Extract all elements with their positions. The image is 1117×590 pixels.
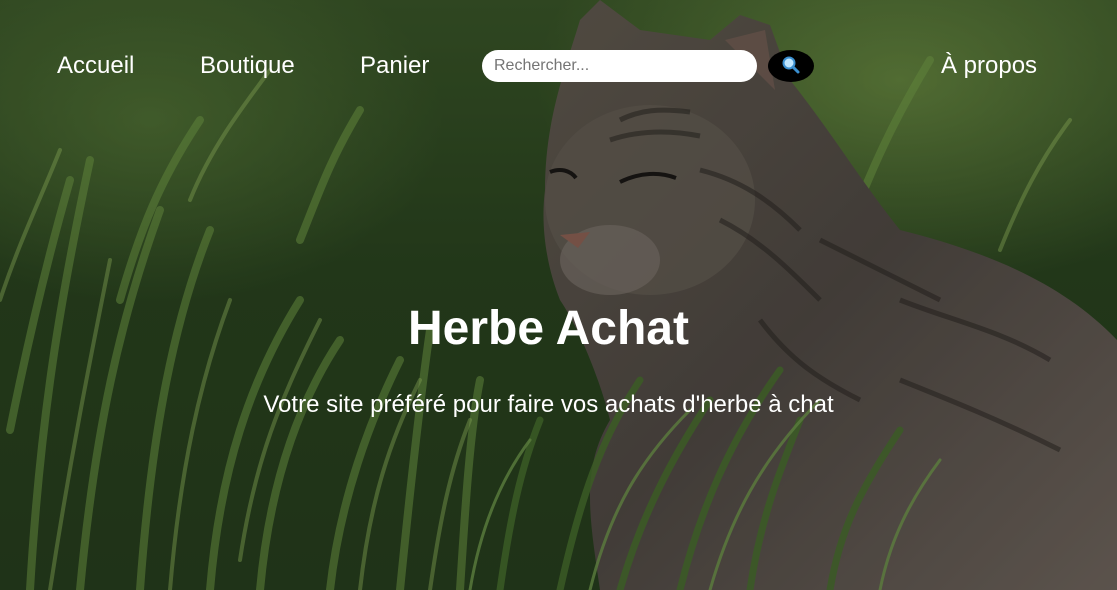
- search-input[interactable]: [482, 50, 757, 82]
- top-navigation: Accueil Boutique Panier À propos: [0, 0, 1117, 132]
- hero-subtitle: Votre site préféré pour faire vos achats…: [263, 391, 834, 418]
- nav-link-panier[interactable]: Panier: [360, 51, 429, 81]
- nav-link-boutique[interactable]: Boutique: [200, 51, 295, 81]
- nav-link-a-propos[interactable]: À propos: [941, 51, 1037, 81]
- hero-title: Herbe Achat: [408, 302, 689, 355]
- search-button[interactable]: [768, 50, 814, 82]
- nav-link-accueil[interactable]: Accueil: [57, 51, 134, 81]
- hero-section: Accueil Boutique Panier À propos Herbe A…: [0, 0, 1117, 590]
- search-icon: [781, 55, 801, 78]
